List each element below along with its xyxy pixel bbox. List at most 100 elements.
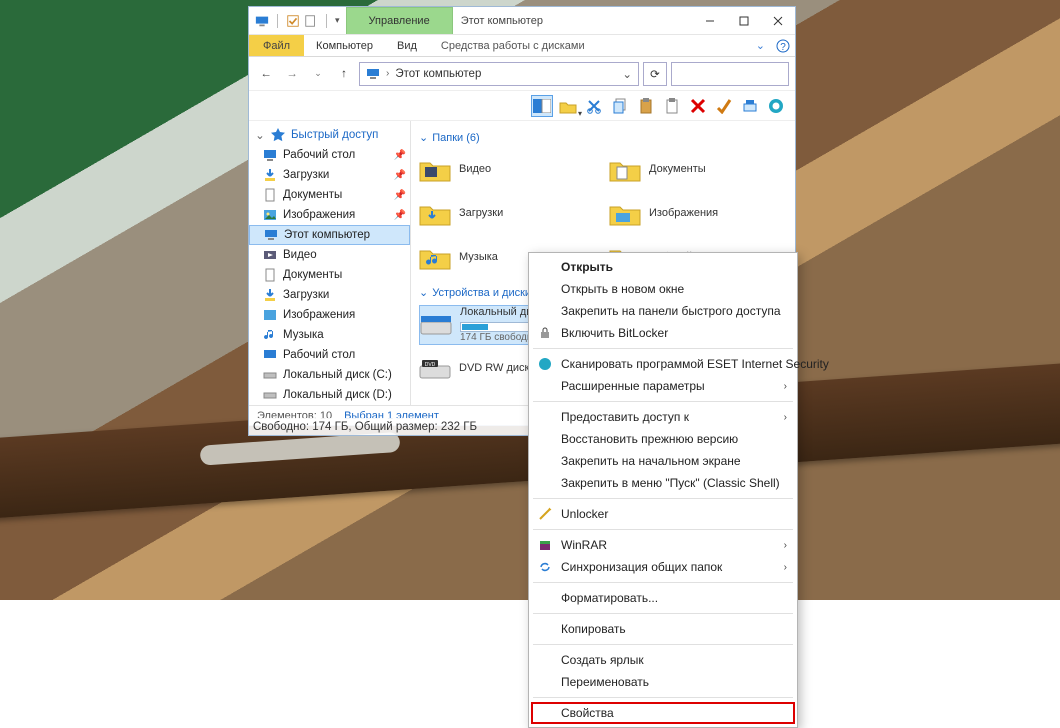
- nav-label: Локальный диск (D:): [283, 389, 392, 401]
- search-input[interactable]: [671, 62, 789, 86]
- ctx-separator: [533, 401, 793, 402]
- custom-toolbar: ▾: [249, 91, 795, 121]
- chevron-down-icon: ⌄: [419, 131, 428, 144]
- nav-documents-pinned[interactable]: Документы 📌: [249, 185, 410, 205]
- ctx-separator: [533, 498, 793, 499]
- select-button[interactable]: [739, 95, 761, 117]
- address-location: Этот компьютер: [395, 68, 481, 80]
- forward-button[interactable]: →: [281, 63, 303, 85]
- nav-label: Загрузки: [283, 169, 329, 181]
- nav-music[interactable]: Музыка: [249, 325, 410, 345]
- nav-drive-c[interactable]: Локальный диск (C:): [249, 365, 410, 385]
- tab-drive-tools[interactable]: Средства работы с дисками: [429, 35, 597, 56]
- nav-downloads-pinned[interactable]: Загрузки 📌: [249, 165, 410, 185]
- nav-documents[interactable]: Документы: [249, 265, 410, 285]
- pictures-icon: [263, 208, 277, 222]
- address-dropdown-icon[interactable]: ⌄: [622, 67, 632, 81]
- ctx-bitlocker[interactable]: Включить BitLocker: [531, 322, 795, 344]
- ctx-rename[interactable]: Переименовать: [531, 671, 795, 693]
- folders-header[interactable]: ⌄ Папки (6): [419, 131, 787, 144]
- ctx-separator: [533, 529, 793, 530]
- folder-label: Музыка: [459, 251, 498, 264]
- ctx-format[interactable]: Форматировать...: [531, 587, 795, 609]
- folder-video[interactable]: Видео: [419, 150, 597, 190]
- documents-icon: [263, 188, 277, 202]
- nav-downloads[interactable]: Загрузки: [249, 285, 410, 305]
- folder-downloads[interactable]: Загрузки: [419, 194, 597, 234]
- tab-computer[interactable]: Компьютер: [304, 35, 385, 56]
- ctx-pin-classic-shell[interactable]: Закрепить в меню "Пуск" (Classic Shell): [531, 472, 795, 494]
- nav-desktop[interactable]: Рабочий стол: [249, 345, 410, 365]
- window-title: Этот компьютер: [453, 7, 693, 34]
- recent-dropdown-icon[interactable]: ⌄: [307, 63, 329, 85]
- folder-icon: [419, 157, 451, 183]
- nav-drive-d[interactable]: Локальный диск (D:): [249, 385, 410, 405]
- navigation-pane: ⌄ Быстрый доступ Рабочий стол 📌 Загрузки…: [249, 121, 411, 405]
- pin-icon: 📌: [394, 150, 406, 161]
- ctx-share[interactable]: Предоставить доступ к ›: [531, 406, 795, 428]
- refresh-button[interactable]: ⟳: [643, 62, 667, 86]
- pc-icon: [255, 14, 269, 28]
- nav-label: Локальный диск (C:): [283, 369, 392, 381]
- ctx-open[interactable]: Открыть: [531, 256, 795, 278]
- nav-quick-access[interactable]: ⌄ Быстрый доступ: [249, 125, 410, 145]
- folder-documents[interactable]: Документы: [609, 150, 787, 190]
- address-bar[interactable]: › Этот компьютер ⌄: [359, 62, 639, 86]
- ctx-unlocker[interactable]: Unlocker: [531, 503, 795, 525]
- folder-icon: [419, 201, 451, 227]
- qat-separator: [277, 14, 278, 28]
- maximize-button[interactable]: [727, 7, 761, 34]
- ctx-create-shortcut[interactable]: Создать ярлык: [531, 649, 795, 671]
- up-button[interactable]: ↑: [333, 63, 355, 85]
- minimize-button[interactable]: [693, 7, 727, 34]
- new-folder-icon[interactable]: [304, 14, 318, 28]
- nav-pictures[interactable]: Изображения: [249, 305, 410, 325]
- rename-button[interactable]: [713, 95, 735, 117]
- music-icon: [263, 328, 277, 342]
- documents-icon: [263, 268, 277, 282]
- ctx-properties[interactable]: Свойства: [531, 702, 795, 724]
- ctx-eset-scan[interactable]: Сканировать программой ESET Internet Sec…: [531, 353, 795, 375]
- nav-desktop-pinned[interactable]: Рабочий стол 📌: [249, 145, 410, 165]
- ctx-open-new-window[interactable]: Открыть в новом окне: [531, 278, 795, 300]
- qat-dropdown-icon[interactable]: ▾: [335, 15, 340, 26]
- tab-view[interactable]: Вид: [385, 35, 429, 56]
- folder-pictures[interactable]: Изображения: [609, 194, 787, 234]
- nav-video[interactable]: Видео: [249, 245, 410, 265]
- nav-pictures-pinned[interactable]: Изображения 📌: [249, 205, 410, 225]
- ctx-pin-quick-access[interactable]: Закрепить на панели быстрого доступа: [531, 300, 795, 322]
- nav-label: Видео: [283, 249, 317, 261]
- ctx-winrar[interactable]: WinRAR ›: [531, 534, 795, 556]
- delete-button[interactable]: [687, 95, 709, 117]
- cut-button[interactable]: [583, 95, 605, 117]
- folder-label: Изображения: [649, 207, 718, 220]
- new-folder-button[interactable]: ▾: [557, 95, 579, 117]
- star-icon: [271, 128, 285, 142]
- clipboard-button[interactable]: [661, 95, 683, 117]
- close-button[interactable]: [761, 7, 795, 34]
- copy-button[interactable]: [609, 95, 631, 117]
- paste-button[interactable]: [635, 95, 657, 117]
- help-button[interactable]: ?: [771, 35, 795, 56]
- nav-label: Документы: [283, 189, 342, 201]
- ribbon-expand-icon[interactable]: ⌄: [750, 35, 771, 56]
- drive-icon: [263, 388, 277, 402]
- dvd-icon: DVD: [419, 356, 451, 382]
- eset-button[interactable]: [765, 95, 787, 117]
- properties-icon[interactable]: [286, 14, 300, 28]
- downloads-icon: [263, 288, 277, 302]
- back-button[interactable]: ←: [255, 63, 277, 85]
- tab-file[interactable]: Файл: [249, 35, 304, 56]
- folder-icon: [609, 201, 641, 227]
- ribbon-context-tab[interactable]: Управление: [346, 7, 453, 34]
- preview-pane-button[interactable]: [531, 95, 553, 117]
- folder-icon: [609, 157, 641, 183]
- chevron-right-icon[interactable]: ›: [386, 68, 389, 79]
- ctx-restore-previous[interactable]: Восстановить прежнюю версию: [531, 428, 795, 450]
- ctx-pin-start[interactable]: Закрепить на начальном экране: [531, 450, 795, 472]
- nav-this-pc[interactable]: Этот компьютер: [249, 225, 410, 245]
- ctx-eset-advanced[interactable]: Расширенные параметры ›: [531, 375, 795, 397]
- drive-icon: [420, 312, 452, 338]
- ctx-sync-shared[interactable]: Синхронизация общих папок ›: [531, 556, 795, 578]
- ctx-copy[interactable]: Копировать: [531, 618, 795, 640]
